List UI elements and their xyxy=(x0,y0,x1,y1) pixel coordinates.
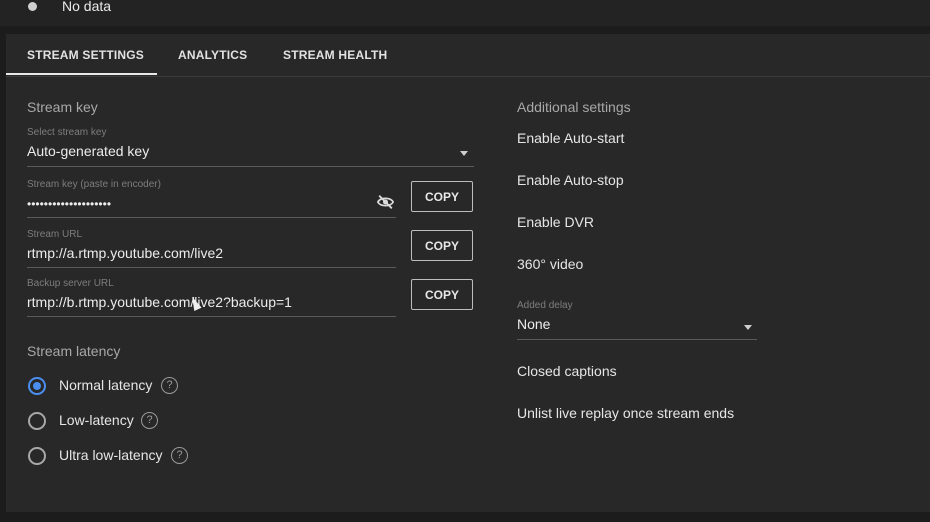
normal-latency-label: Normal latency xyxy=(59,377,153,393)
added-delay-label: Added delay xyxy=(517,300,573,311)
enable-dvr-setting[interactable]: Enable DVR xyxy=(517,214,594,230)
tab-stream-health[interactable]: STREAM HEALTH xyxy=(283,48,387,62)
dropdown-caret-icon xyxy=(744,325,752,330)
enable-auto-start-setting[interactable]: Enable Auto-start xyxy=(517,130,624,146)
copy-stream-url-button[interactable]: COPY xyxy=(411,230,473,261)
added-delay-select[interactable]: Added delay None xyxy=(517,300,757,340)
radio-low-latency[interactable] xyxy=(28,412,46,430)
radio-ultra-low-latency[interactable] xyxy=(28,447,46,465)
stream-url-value: rtmp://a.rtmp.youtube.com/live2 xyxy=(27,245,224,261)
stream-key-title: Stream key xyxy=(27,99,98,115)
dropdown-caret-icon xyxy=(460,151,468,156)
stream-key-select[interactable]: Select stream key Auto-generated key xyxy=(27,127,474,167)
stream-key-select-value: Auto-generated key xyxy=(27,143,150,159)
tab-analytics[interactable]: ANALYTICS xyxy=(178,48,247,62)
additional-settings-title: Additional settings xyxy=(517,99,631,115)
backup-url-field[interactable]: Backup server URL rtmp://b.rtmp.youtube.… xyxy=(27,278,396,317)
active-tab-indicator xyxy=(6,73,157,75)
status-bar: No data xyxy=(0,0,930,26)
stream-key-field[interactable]: Stream key (paste in encoder) ••••••••••… xyxy=(27,179,396,218)
low-latency-label: Low-latency xyxy=(59,412,134,428)
status-dot-icon xyxy=(28,2,37,11)
help-icon[interactable]: ? xyxy=(171,447,188,464)
closed-captions-setting[interactable]: Closed captions xyxy=(517,363,617,379)
stream-settings-panel: STREAM SETTINGS ANALYTICS STREAM HEALTH … xyxy=(6,34,930,512)
unlist-replay-setting[interactable]: Unlist live replay once stream ends xyxy=(517,405,734,421)
help-icon[interactable]: ? xyxy=(141,412,158,429)
stream-url-field[interactable]: Stream URL rtmp://a.rtmp.youtube.com/liv… xyxy=(27,229,396,268)
tab-bar: STREAM SETTINGS ANALYTICS STREAM HEALTH xyxy=(6,34,930,77)
enable-auto-stop-setting[interactable]: Enable Auto-stop xyxy=(517,172,624,188)
copy-backup-url-button[interactable]: COPY xyxy=(411,279,473,310)
help-icon[interactable]: ? xyxy=(161,377,178,394)
stream-key-field-label: Stream key (paste in encoder) xyxy=(27,179,161,190)
ultra-low-latency-label: Ultra low-latency xyxy=(59,447,163,463)
copy-stream-key-button[interactable]: COPY xyxy=(411,181,473,212)
added-delay-value: None xyxy=(517,316,551,332)
tab-stream-settings[interactable]: STREAM SETTINGS xyxy=(27,48,144,62)
visibility-off-icon[interactable] xyxy=(377,195,394,209)
radio-normal-latency[interactable] xyxy=(28,377,46,395)
status-text: No data xyxy=(62,0,112,14)
backup-url-label: Backup server URL xyxy=(27,278,114,289)
backup-url-value: rtmp://b.rtmp.youtube.com/live2?backup=1 xyxy=(27,294,292,310)
stream-latency-title: Stream latency xyxy=(27,343,121,359)
stream-url-label: Stream URL xyxy=(27,229,83,240)
video-360-setting[interactable]: 360° video xyxy=(517,256,583,272)
stream-key-select-label: Select stream key xyxy=(27,127,107,138)
stream-key-field-value: •••••••••••••••••••• xyxy=(27,197,112,211)
